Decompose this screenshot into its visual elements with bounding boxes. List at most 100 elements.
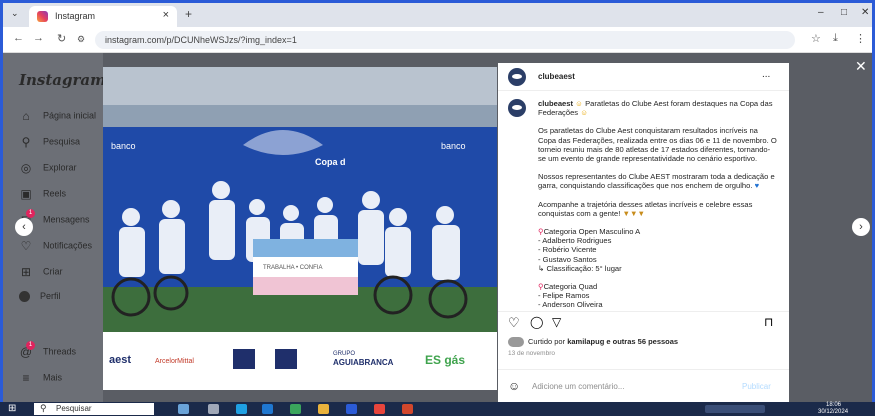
sidebar-item-label: Pesquisa <box>43 136 81 147</box>
word-icon[interactable] <box>346 404 357 414</box>
caption-avatar[interactable] <box>508 99 526 117</box>
taskbar-search[interactable]: ⚲ Pesquisar <box>34 403 154 415</box>
search-icon: ⚲ <box>21 135 31 149</box>
post-photo[interactable]: TRABALHA • CONFIA banco banco Copa d aes… <box>103 67 497 390</box>
category-line: - Anderson Oliveira <box>538 300 603 310</box>
author-username[interactable]: clubeaest <box>538 72 575 81</box>
category-title: Categoria Open Masculino A <box>543 227 641 237</box>
browser-menu-icon[interactable]: ⋮ <box>855 32 866 45</box>
sidebar-item-label: Explorar <box>43 162 77 173</box>
instagram-logo[interactable]: Instagram <box>19 71 106 89</box>
add-comment-bar: ☺ Adicione um comentário... Publicar <box>498 369 789 402</box>
system-tray-icons[interactable] <box>705 405 765 413</box>
windows-taskbar: ⊞ ⚲ Pesquisar 18:06 30/12/2024 <box>0 402 875 416</box>
maximize-button[interactable]: □ <box>841 7 847 18</box>
chrome-icon[interactable] <box>374 404 385 414</box>
more-options-icon[interactable]: ... <box>762 69 770 80</box>
flag-text: TRABALHA • CONFIA <box>263 265 322 271</box>
sidebar-item-reels[interactable]: ▣ Reels <box>19 187 66 201</box>
sidebar-item-search[interactable]: ⚲ Pesquisa <box>19 135 80 149</box>
previous-post-arrow-icon[interactable]: ‹ <box>15 218 33 236</box>
edge-icon[interactable] <box>236 404 247 414</box>
sidebar-item-label: Reels <box>43 188 67 199</box>
compass-icon: ◎ <box>20 161 32 175</box>
minimize-button[interactable]: – <box>818 7 824 18</box>
emoji-icon[interactable]: ☺ <box>508 379 520 393</box>
caption-paragraph-3: Acompanhe a trajetória desses atletas in… <box>538 199 753 218</box>
liked-user[interactable]: kamilapug <box>567 337 604 346</box>
category-block-1: ⚲Categoria Open Masculino A - Adalberto … <box>538 227 778 273</box>
post-date[interactable]: 13 de novembro <box>508 350 555 357</box>
sponsor-aguiabranca: AGUIABRANCA <box>333 358 394 367</box>
post-header: clubeaest ... <box>498 63 789 91</box>
photos-icon[interactable] <box>290 404 301 414</box>
likes-rest[interactable]: e outras 56 pessoas <box>606 337 678 346</box>
windows-start-icon[interactable]: ⊞ <box>8 403 16 414</box>
new-tab-button[interactable]: + <box>185 7 192 21</box>
ie-icon[interactable] <box>262 404 273 414</box>
category-line: ↳ Classificação: 5° lugar <box>538 263 622 273</box>
author-avatar[interactable] <box>508 68 526 86</box>
url-input[interactable]: instagram.com/p/DCUNheWSJzs/?img_index=1 <box>95 31 795 49</box>
sidebar-item-label: Mais <box>43 372 63 383</box>
sidebar-item-label: Threads <box>43 346 77 357</box>
reload-icon[interactable]: ↻ <box>57 32 66 45</box>
sidebar-item-threads[interactable]: @1 Threads <box>19 341 77 359</box>
sidebar-item-label: Notificações <box>43 240 93 251</box>
liker-avatars[interactable] <box>508 337 524 347</box>
task-view-icon[interactable] <box>208 404 219 414</box>
likes-summary[interactable]: Curtido por kamilapug e outras 56 pessoa… <box>528 337 678 346</box>
category-block-2: ⚲Categoria Quad - Felipe Ramos - Anderso… <box>538 282 778 310</box>
sidebar-item-notifications[interactable]: ♡ Notificações <box>19 239 92 253</box>
share-icon[interactable]: ▽ <box>552 315 561 329</box>
powerpoint-icon[interactable] <box>402 404 413 414</box>
close-modal-icon[interactable]: ✕ <box>855 58 867 75</box>
plus-square-icon: ⊞ <box>20 265 32 279</box>
home-icon: ⌂ <box>22 109 30 123</box>
taskbar-search-text: Pesquisar <box>56 404 92 413</box>
save-bookmark-icon[interactable]: ⊓ <box>764 315 773 329</box>
close-window-button[interactable]: ✕ <box>861 7 869 18</box>
caption-username[interactable]: clubeaest <box>538 99 573 108</box>
banner-text-left: banco <box>111 141 136 151</box>
bookmark-star-icon[interactable]: ☆ <box>811 32 821 45</box>
url-text: instagram.com/p/DCUNheWSJzs/?img_index=1 <box>105 35 297 45</box>
sidebar-item-home[interactable]: ⌂ Página inicial <box>19 109 96 123</box>
file-explorer-icon[interactable] <box>318 404 329 414</box>
next-post-arrow-icon[interactable]: › <box>852 218 870 236</box>
like-heart-icon[interactable]: ♡ <box>508 315 520 331</box>
likes-prefix: Curtido por <box>528 337 566 346</box>
reels-icon: ▣ <box>20 187 32 201</box>
tab-list-icon[interactable]: ⌄ <box>11 8 19 19</box>
sidebar-item-label: Mensagens <box>43 214 90 225</box>
close-tab-icon[interactable]: × <box>163 9 169 21</box>
category-line: - Gustavo Santos <box>538 254 597 264</box>
heart-icon: ♡ <box>20 239 32 253</box>
sidebar-item-profile[interactable]: Perfil <box>19 291 61 303</box>
category-title: Categoria Quad <box>543 282 598 292</box>
post-details-panel: clubeaest ... clubeaest ☺ Paratletas do … <box>498 63 789 402</box>
instagram-page: Instagram ⌂ Página inicial ⚲ Pesquisa ◎ Exp… <box>3 53 872 402</box>
address-bar: ← → ↻ ⚙ instagram.com/p/DCUNheWSJzs/?img… <box>3 27 872 53</box>
banner-text-copa: Copa d <box>315 157 346 167</box>
publish-button[interactable]: Publicar <box>742 382 771 391</box>
taskbar-date[interactable]: 30/12/2024 <box>818 409 848 415</box>
sidebar-item-create[interactable]: ⊞ Criar <box>19 265 63 279</box>
weather-icon[interactable] <box>178 404 189 414</box>
sidebar-item-explore[interactable]: ◎ Explorar <box>19 161 77 175</box>
forward-arrow-icon[interactable]: → <box>33 32 44 44</box>
tab-instagram[interactable]: Instagram × <box>29 6 177 27</box>
threads-icon: @1 <box>19 341 35 359</box>
sponsor-arcelormittal: ArcelorMittal <box>155 358 194 365</box>
taskbar-time[interactable]: 18:06 <box>826 402 841 408</box>
banner-text-right: banco <box>441 141 466 151</box>
download-icon[interactable]: ⤓ <box>833 32 838 45</box>
sidebar-item-more[interactable]: ≡ Mais <box>19 371 62 385</box>
comment-icon[interactable]: ◯ <box>530 315 543 329</box>
comment-input[interactable]: Adicione um comentário... <box>532 382 625 391</box>
profile-avatar-icon <box>19 291 30 303</box>
site-info-icon[interactable]: ⚙ <box>77 34 85 45</box>
sidebar-item-label: Página inicial <box>43 110 97 121</box>
team-photo-image: TRABALHA • CONFIA banco banco Copa d aes… <box>103 67 497 390</box>
back-arrow-icon[interactable]: ← <box>13 32 24 44</box>
